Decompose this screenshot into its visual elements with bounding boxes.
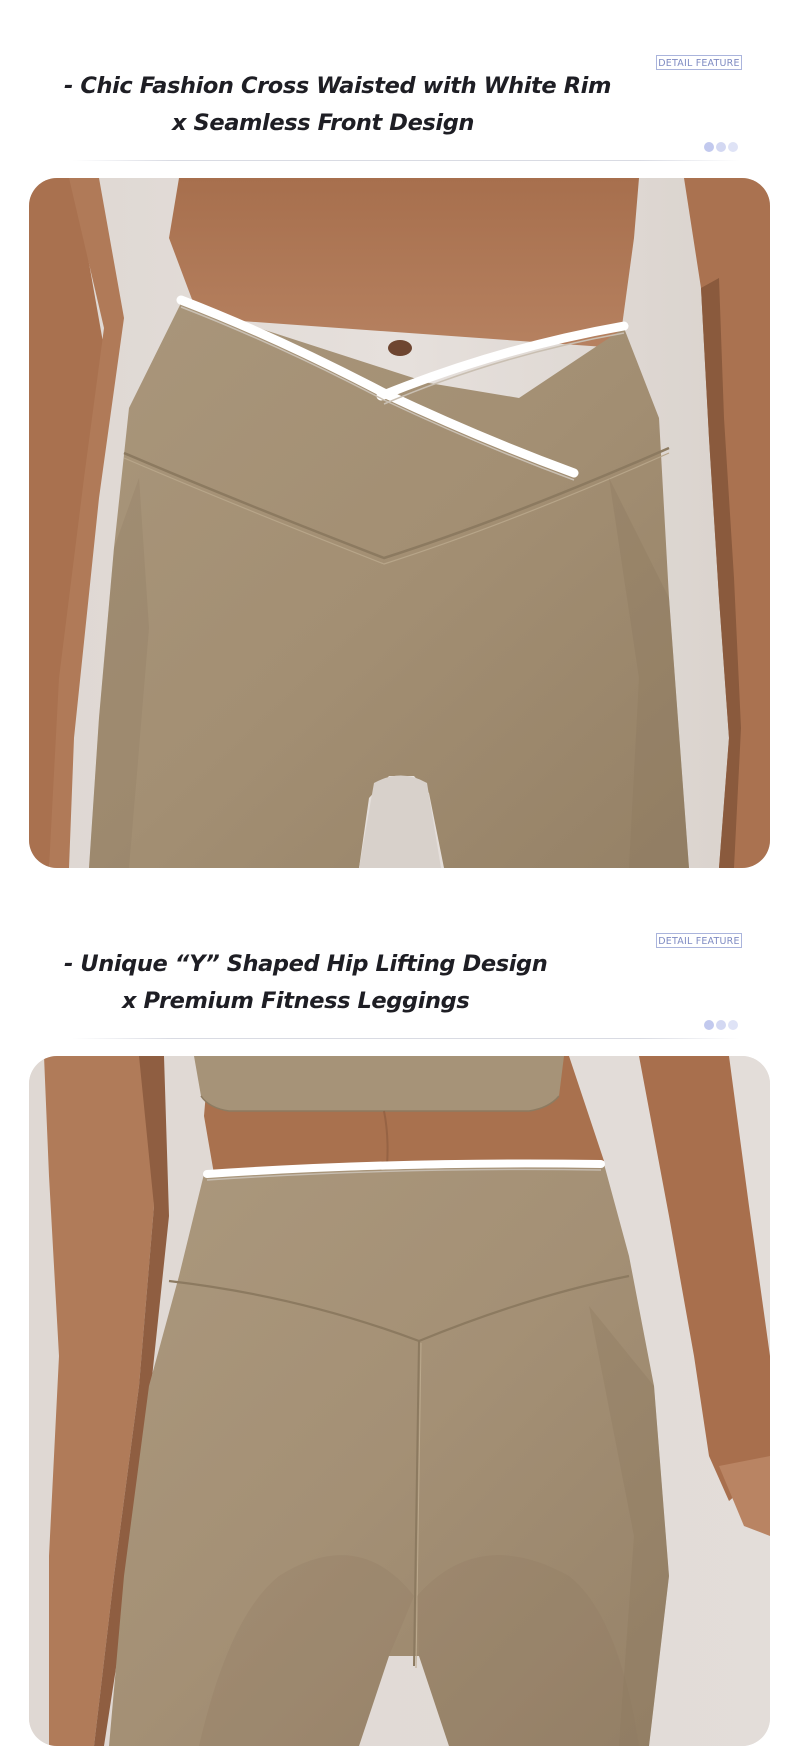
- dot-icon: [728, 1020, 738, 1030]
- section-divider: [72, 1038, 740, 1039]
- dot-icon: [704, 142, 714, 152]
- dot-icon: [704, 1020, 714, 1030]
- feature-subtitle-text: x Seamless Front Design: [172, 110, 475, 136]
- feature-title-line-1: - Chic Fashion Cross Waisted with White …: [0, 73, 800, 105]
- dot-icon: [716, 1020, 726, 1030]
- feature-section-front: DETAIL FEATURE - Chic Fashion Cross Wais…: [0, 0, 800, 870]
- dot-icon: [716, 142, 726, 152]
- feature-title-text: - Unique “Y” Shaped Hip Lifting Design: [64, 951, 548, 977]
- feature-section-back: DETAIL FEATURE - Unique “Y” Shaped Hip L…: [0, 878, 800, 1748]
- section-divider: [72, 160, 740, 161]
- feature-title-line-2: x Seamless Front Design: [0, 110, 800, 142]
- carousel-dots: [704, 142, 738, 154]
- feature-subtitle-text: x Premium Fitness Leggings: [122, 988, 470, 1014]
- detail-feature-badge: DETAIL FEATURE: [656, 933, 742, 948]
- feature-title-line-2: x Premium Fitness Leggings: [0, 988, 800, 1020]
- detail-feature-badge: DETAIL FEATURE: [656, 55, 742, 70]
- dot-icon: [728, 142, 738, 152]
- carousel-dots: [704, 1020, 738, 1032]
- feature-title-text: - Chic Fashion Cross Waisted with White …: [64, 73, 611, 99]
- leggings-front-photo: [29, 178, 770, 868]
- leggings-front-illustration: [29, 178, 770, 868]
- leggings-back-photo: [29, 1056, 770, 1746]
- feature-title-line-1: - Unique “Y” Shaped Hip Lifting Design: [0, 951, 800, 983]
- leggings-back-illustration: [29, 1056, 770, 1746]
